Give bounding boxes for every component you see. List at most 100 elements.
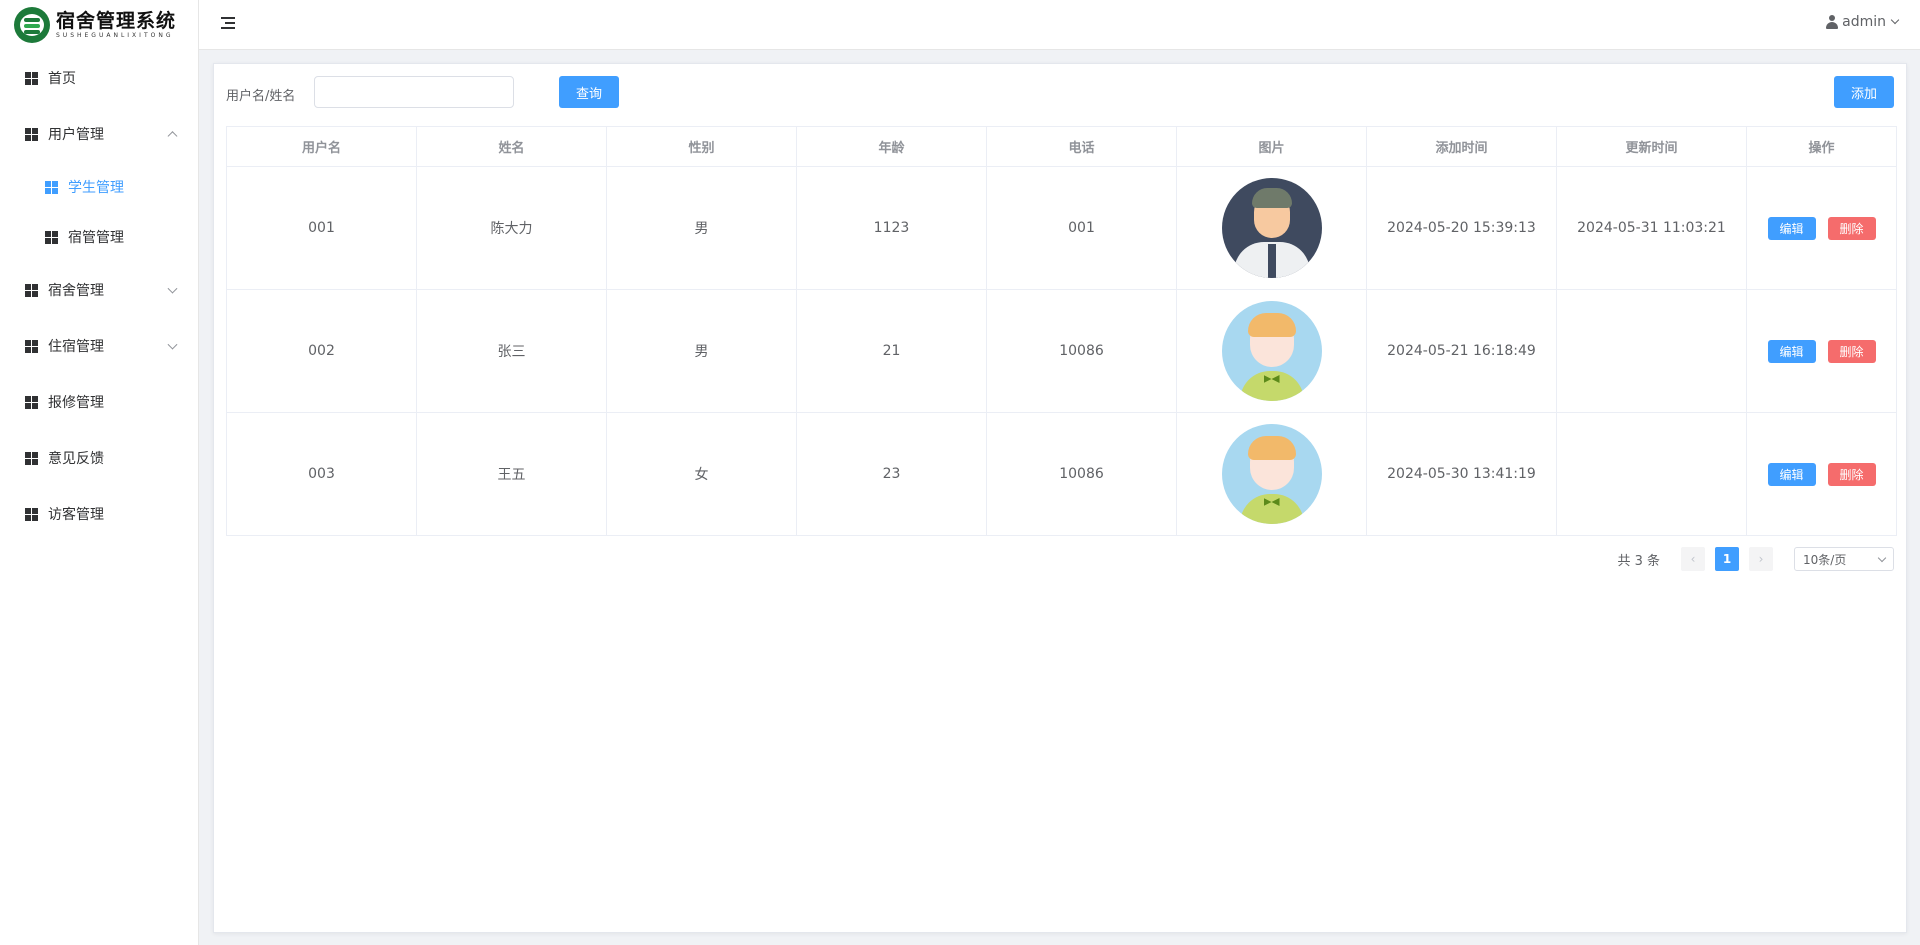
cell-updated: 2024-05-31 11:03:21 xyxy=(1556,166,1747,290)
sidebar-item-student-management[interactable]: 学生管理 xyxy=(0,162,198,212)
sidebar-item-label: 报修管理 xyxy=(48,395,104,411)
column-header: 电话 xyxy=(986,126,1177,167)
chevron-down-icon xyxy=(167,339,178,350)
cell-actions: 编辑 删除 xyxy=(1746,289,1897,413)
cell-phone: 10086 xyxy=(986,289,1177,413)
top-header: admin xyxy=(199,0,1920,50)
table-row: 002 张三 男 21 10086 2024-05-21 16:18:49 编辑… xyxy=(226,289,1897,413)
add-button[interactable]: 添加 xyxy=(1834,76,1894,108)
cell-username: 001 xyxy=(226,166,417,290)
cell-age: 21 xyxy=(796,289,987,413)
edit-button[interactable]: 编辑 xyxy=(1767,216,1816,240)
user-dropdown[interactable]: admin xyxy=(1826,14,1900,30)
grid-icon xyxy=(25,71,38,85)
grid-icon xyxy=(25,339,38,353)
grid-icon xyxy=(45,230,58,244)
cell-updated xyxy=(1556,289,1747,413)
sidebar-item-dorm-management[interactable]: 宿舍管理 xyxy=(0,262,198,318)
query-button[interactable]: 查询 xyxy=(559,76,619,108)
search-toolbar: 用户名/姓名 查询 添加 xyxy=(226,76,1894,110)
cell-username: 002 xyxy=(226,289,417,413)
cell-actions: 编辑 删除 xyxy=(1746,166,1897,290)
page-size-value: 10条/页 xyxy=(1803,552,1847,567)
column-header: 更新时间 xyxy=(1556,126,1747,167)
column-header: 性别 xyxy=(606,126,797,167)
cell-gender: 女 xyxy=(606,412,797,536)
page-size-select[interactable]: 10条/页 xyxy=(1794,547,1894,571)
sidebar-item-lodging-management[interactable]: 住宿管理 xyxy=(0,318,198,374)
sidebar-item-home[interactable]: 首页 xyxy=(0,50,198,106)
column-header: 用户名 xyxy=(226,126,417,167)
pagination-total: 共 3 条 xyxy=(1617,553,1660,569)
search-input[interactable] xyxy=(314,76,514,108)
logo-icon xyxy=(14,7,50,43)
cell-created: 2024-05-21 16:18:49 xyxy=(1366,289,1557,413)
username-label: admin xyxy=(1842,14,1886,30)
cell-age: 1123 xyxy=(796,166,987,290)
sidebar: 宿舍管理系统 SUSHEGUANLIXITONG 首页 用户管理 学生管理 宿管… xyxy=(0,0,199,945)
sidebar-item-label: 住宿管理 xyxy=(48,339,104,355)
cell-created: 2024-05-20 15:39:13 xyxy=(1366,166,1557,290)
sidebar-item-label: 学生管理 xyxy=(68,180,124,196)
prev-page-button[interactable]: ‹ xyxy=(1681,547,1705,571)
grid-icon xyxy=(25,451,38,465)
man-avatar-image xyxy=(1221,178,1322,278)
cell-gender: 男 xyxy=(606,289,797,413)
column-header: 操作 xyxy=(1746,126,1897,167)
content-panel: 用户名/姓名 查询 添加 用户名 姓名 性别 年龄 电话 图片 添加时间 更新时… xyxy=(213,63,1907,933)
chevron-down-icon xyxy=(1890,15,1900,25)
cell-phone: 001 xyxy=(986,166,1177,290)
grid-icon xyxy=(25,283,38,297)
search-label: 用户名/姓名 xyxy=(226,89,296,104)
edit-button[interactable]: 编辑 xyxy=(1767,339,1816,363)
logo[interactable]: 宿舍管理系统 SUSHEGUANLIXITONG xyxy=(0,0,198,50)
cell-username: 003 xyxy=(226,412,417,536)
delete-button[interactable]: 删除 xyxy=(1827,339,1876,363)
cell-avatar xyxy=(1176,412,1367,536)
grid-icon xyxy=(25,507,38,521)
sidebar-item-label: 宿管管理 xyxy=(68,230,124,246)
chevron-up-icon xyxy=(167,131,178,142)
page-number-button[interactable]: 1 xyxy=(1715,547,1739,571)
cell-gender: 男 xyxy=(606,166,797,290)
cell-name: 张三 xyxy=(416,289,607,413)
delete-button[interactable]: 删除 xyxy=(1827,216,1876,240)
chevron-down-icon xyxy=(167,283,178,294)
edit-button[interactable]: 编辑 xyxy=(1767,462,1816,486)
cell-actions: 编辑 删除 xyxy=(1746,412,1897,536)
kid-avatar-image xyxy=(1221,424,1322,524)
cell-name: 王五 xyxy=(416,412,607,536)
cell-avatar xyxy=(1176,289,1367,413)
cell-age: 23 xyxy=(796,412,987,536)
student-table: 用户名 姓名 性别 年龄 电话 图片 添加时间 更新时间 操作 001 陈大力 … xyxy=(226,126,1897,536)
sidebar-item-feedback[interactable]: 意见反馈 xyxy=(0,430,198,486)
column-header: 图片 xyxy=(1176,126,1367,167)
next-page-button[interactable]: › xyxy=(1749,547,1773,571)
sidebar-item-user-management[interactable]: 用户管理 xyxy=(0,106,198,162)
sidebar-menu: 首页 用户管理 学生管理 宿管管理 宿舍管理 住宿管理 报修管理 意见反馈 访客… xyxy=(0,50,198,542)
grid-icon xyxy=(25,395,38,409)
sidebar-item-label: 用户管理 xyxy=(48,127,104,143)
column-header: 添加时间 xyxy=(1366,126,1557,167)
grid-icon xyxy=(45,180,58,194)
sidebar-item-repair-management[interactable]: 报修管理 xyxy=(0,374,198,430)
cell-phone: 10086 xyxy=(986,412,1177,536)
user-icon xyxy=(1826,15,1839,29)
menu-toggle-icon[interactable] xyxy=(221,17,235,29)
table-header-row: 用户名 姓名 性别 年龄 电话 图片 添加时间 更新时间 操作 xyxy=(226,126,1897,167)
table-row: 003 王五 女 23 10086 2024-05-30 13:41:19 编辑… xyxy=(226,412,1897,536)
cell-updated xyxy=(1556,412,1747,536)
sidebar-item-visitor-management[interactable]: 访客管理 xyxy=(0,486,198,542)
cell-name: 陈大力 xyxy=(416,166,607,290)
sidebar-item-label: 意见反馈 xyxy=(48,451,104,467)
chevron-down-icon xyxy=(1877,553,1887,562)
column-header: 姓名 xyxy=(416,126,607,167)
sidebar-item-dorm-manager-management[interactable]: 宿管管理 xyxy=(0,212,198,262)
delete-button[interactable]: 删除 xyxy=(1827,462,1876,486)
sidebar-item-label: 宿舍管理 xyxy=(48,283,104,299)
kid-avatar-image xyxy=(1221,301,1322,401)
cell-avatar xyxy=(1176,166,1367,290)
app-title: 宿舍管理系统 xyxy=(56,10,177,32)
table-row: 001 陈大力 男 1123 001 2024-05-20 15:39:13 2… xyxy=(226,166,1897,290)
pagination: 共 3 条 ‹ 1 › 10条/页 xyxy=(1617,547,1894,571)
